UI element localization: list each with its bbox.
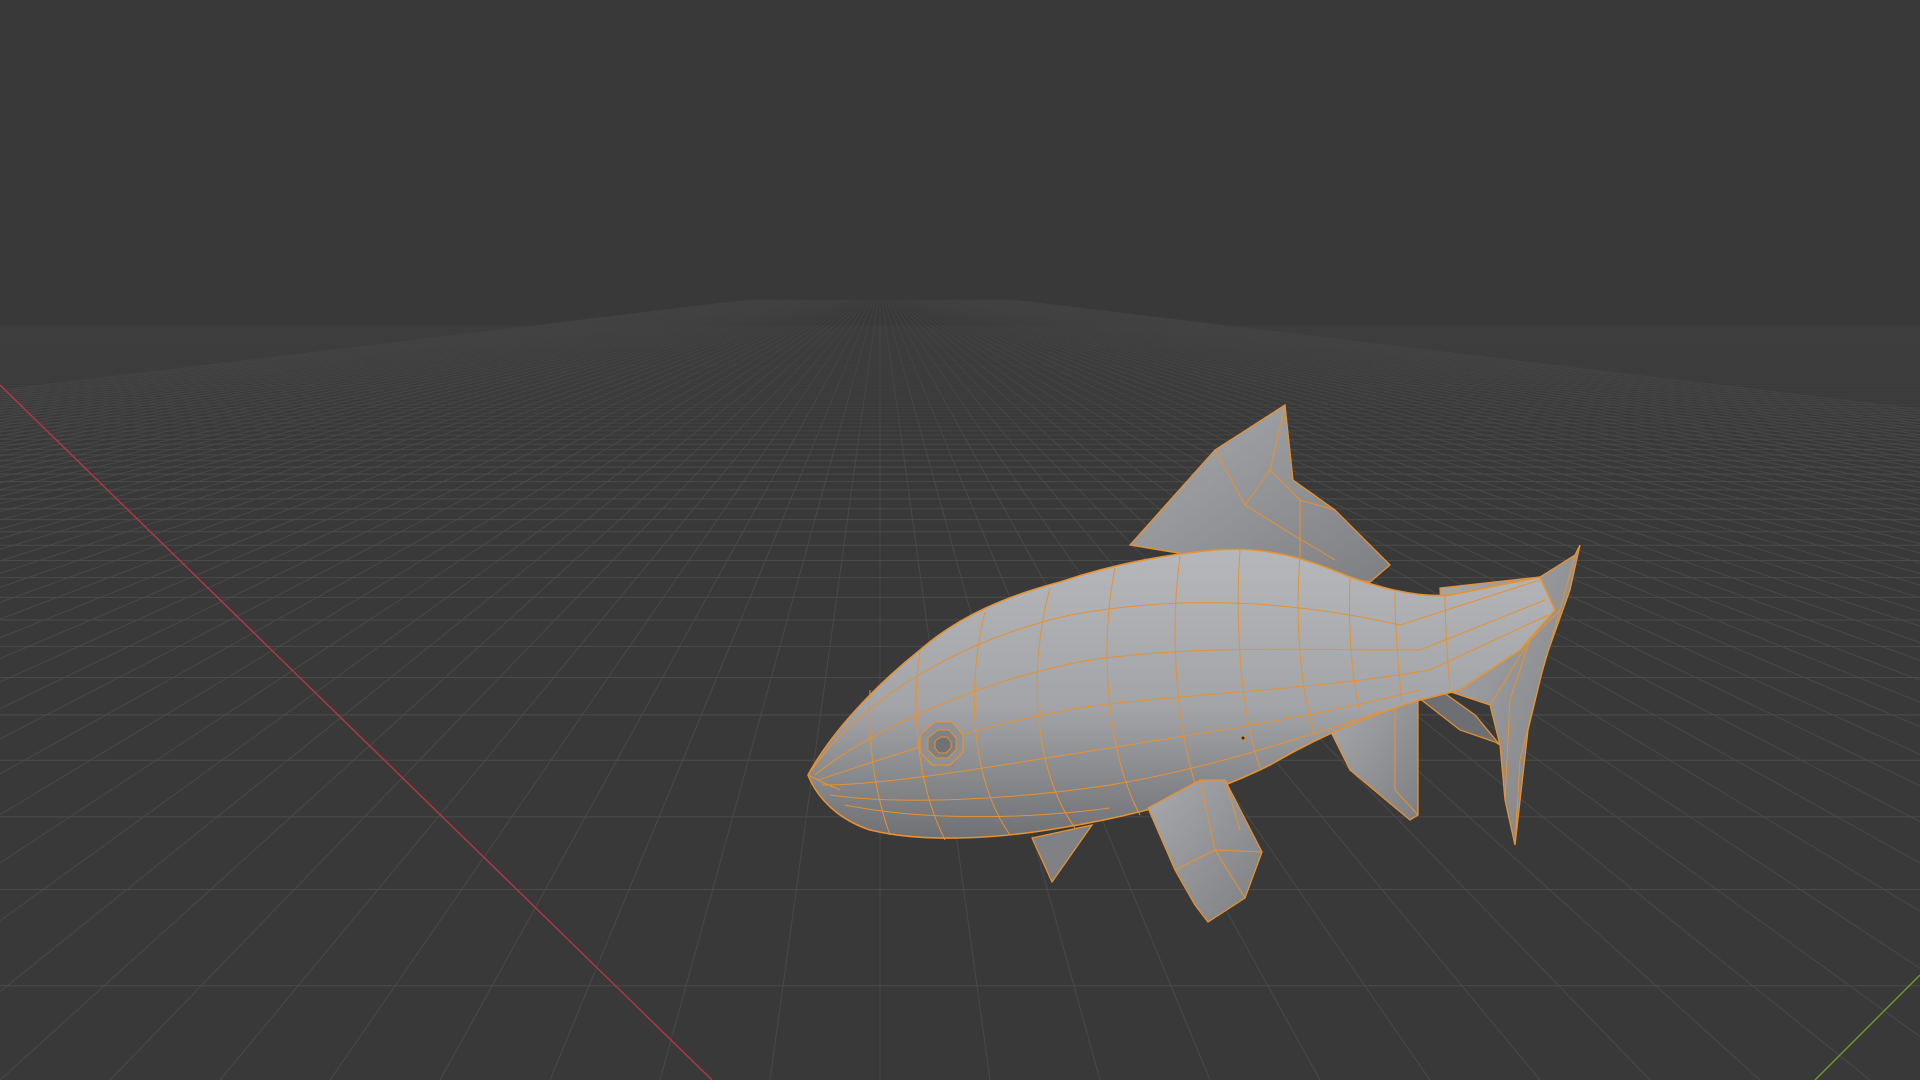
3d-viewport[interactable] <box>0 0 1920 1080</box>
horizon-fade <box>0 0 1920 470</box>
selected-vertex <box>1240 735 1246 741</box>
viewport-canvas[interactable] <box>0 0 1920 1080</box>
